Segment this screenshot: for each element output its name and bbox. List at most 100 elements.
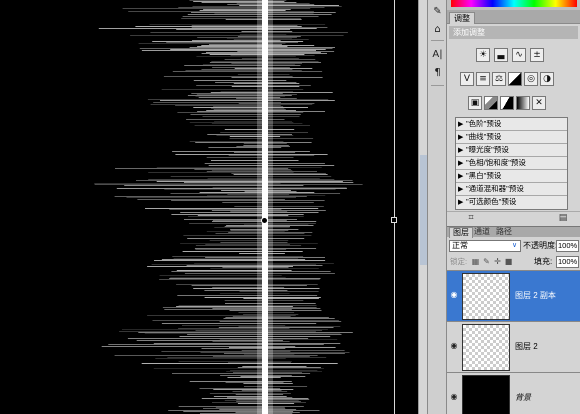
preset-channel-mixer[interactable]: ▶ "通道混和器"预设	[456, 183, 567, 196]
lock-all-icon[interactable]: ■	[504, 257, 513, 266]
layer-row-layer-2-copy[interactable]: ◉ 图层 2 副本	[447, 271, 580, 322]
curves-icon[interactable]: ∿	[512, 48, 526, 62]
light-streak	[201, 2, 297, 3]
black-white-icon[interactable]	[508, 72, 522, 86]
layer-list: ◉ 图层 2 副本 ◉ 图层 2 ◉ 背景	[447, 270, 580, 414]
light-streak	[147, 99, 329, 100]
panel-options-icon[interactable]: ▤	[557, 213, 569, 224]
color-spectrum-bar[interactable]	[451, 0, 577, 7]
light-streak	[185, 70, 302, 71]
layer-row-layer-2[interactable]: ◉ 图层 2	[447, 322, 580, 373]
canvas-scrollbar[interactable]	[418, 0, 427, 414]
light-streak	[225, 382, 284, 383]
eye-icon[interactable]: ◉	[449, 289, 459, 301]
preset-curves[interactable]: ▶ "曲线"预设	[456, 131, 567, 144]
light-streak	[216, 135, 294, 136]
opacity-input[interactable]: 100%	[556, 240, 579, 252]
light-streak	[206, 231, 285, 232]
light-streak	[147, 315, 296, 316]
eye-icon[interactable]: ◉	[449, 391, 459, 403]
light-streak	[167, 357, 327, 358]
light-streak	[209, 240, 289, 241]
channel-mixer-icon[interactable]: ◑	[540, 72, 554, 86]
light-streak	[194, 169, 291, 170]
layer-name: 背景	[515, 393, 531, 402]
levels-icon[interactable]: ▃	[494, 48, 508, 62]
tab-paths[interactable]: 路径	[493, 227, 515, 238]
preset-hue-saturation[interactable]: ▶ "色相/饱和度"预设	[456, 157, 567, 170]
light-streak	[197, 46, 288, 47]
light-streak	[212, 287, 285, 288]
brightness-contrast-icon[interactable]: ☀	[476, 48, 490, 62]
preset-levels[interactable]: ▶ "色阶"预设	[456, 118, 567, 131]
light-streak	[202, 116, 300, 117]
transform-handle-right[interactable]	[391, 217, 397, 223]
vibrance-icon[interactable]: V	[460, 72, 474, 86]
blend-mode-select[interactable]: 正常 ∨	[449, 240, 521, 252]
light-streak	[177, 112, 304, 113]
light-streak	[130, 35, 344, 36]
photo-filter-icon[interactable]: ◎	[524, 72, 538, 86]
light-streak	[114, 355, 318, 356]
preset-black-white[interactable]: ▶ "黑白"预设	[456, 170, 567, 183]
light-streak	[180, 243, 318, 244]
lock-transparency-icon[interactable]: ▦	[471, 257, 480, 266]
layer-thumbnail	[462, 324, 510, 371]
eye-icon[interactable]: ◉	[449, 340, 459, 352]
layer-row-background[interactable]: ◉ 背景	[447, 373, 580, 414]
light-streak	[122, 329, 328, 330]
exposure-icon[interactable]: ±	[530, 48, 544, 62]
light-streak	[196, 85, 311, 86]
selective-color-icon[interactable]: ✕	[532, 96, 546, 110]
gradient-map-icon[interactable]	[516, 96, 530, 110]
scroll-thumb[interactable]	[420, 155, 427, 265]
right-panels: 调整 添加调整 ☀ ▃ ∿ ± V ≡ ⚖ ◎ ◑ ▣ ✕ ▶ "色阶"预设 ▶ "…	[447, 0, 580, 414]
expand-arrow-icon: ▶	[458, 186, 464, 193]
light-streak	[153, 343, 341, 344]
paragraph-icon[interactable]: ¶	[430, 65, 445, 80]
light-streak	[244, 224, 309, 225]
posterize-icon[interactable]	[484, 96, 498, 110]
light-streak	[184, 219, 297, 220]
fill-input[interactable]: 100%	[556, 256, 579, 268]
preset-selective-color[interactable]: ▶ "可选颜色"预设	[456, 196, 567, 209]
light-streak	[161, 89, 304, 90]
light-streak	[234, 68, 313, 69]
light-streak	[193, 107, 308, 108]
layer-name: 图层 2	[515, 342, 538, 351]
expand-arrow-icon: ▶	[458, 147, 464, 154]
color-balance-icon[interactable]: ⚖	[492, 72, 506, 86]
character-icon[interactable]: A|	[430, 47, 445, 62]
tab-channels[interactable]: 通道	[471, 227, 493, 238]
invert-icon[interactable]: ▣	[468, 96, 482, 110]
light-streak	[173, 258, 299, 259]
tab-adjustments[interactable]: 调整	[449, 12, 475, 24]
document-canvas[interactable]	[0, 0, 418, 414]
expand-arrow-icon: ▶	[458, 134, 464, 141]
light-streak	[196, 56, 296, 57]
lock-position-icon[interactable]: ✛	[493, 257, 502, 266]
history-brush-icon[interactable]: ✎	[430, 4, 445, 19]
stamp-icon[interactable]: ⌂	[430, 22, 445, 37]
light-streak	[190, 114, 301, 115]
threshold-icon[interactable]	[500, 96, 514, 110]
preset-label: "黑白"预设	[466, 171, 502, 180]
light-streak	[223, 318, 335, 319]
light-streak	[206, 157, 294, 158]
hue-saturation-icon[interactable]: ≡	[476, 72, 490, 86]
light-streak	[236, 3, 310, 4]
expand-arrow-icon: ▶	[458, 173, 464, 180]
light-streak	[199, 192, 315, 193]
light-streak	[215, 82, 297, 83]
lock-pixels-icon[interactable]: ✎	[482, 257, 491, 266]
transform-center-point[interactable]	[261, 217, 268, 224]
light-streak	[189, 223, 316, 224]
light-streak	[204, 290, 288, 291]
clip-to-layer-icon[interactable]: ⌗	[465, 213, 477, 224]
light-streak	[189, 381, 292, 382]
paragraph-label: ¶	[434, 67, 441, 78]
light-streak	[238, 103, 315, 104]
tab-layers[interactable]: 图层	[449, 227, 473, 238]
preset-exposure[interactable]: ▶ "曝光度"预设	[456, 144, 567, 157]
opacity-label: 不透明度:	[523, 241, 558, 250]
